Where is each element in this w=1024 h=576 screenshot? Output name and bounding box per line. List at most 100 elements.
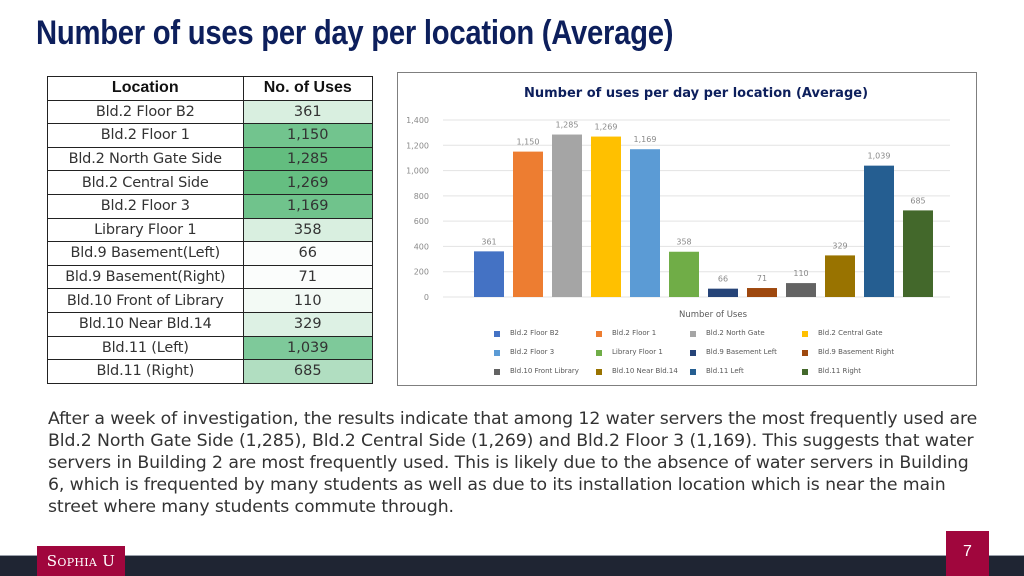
- table-header-row: Location No. of Uses: [47, 76, 374, 101]
- bar: [474, 251, 504, 297]
- location-cell: Bld.11 (Left): [47, 335, 244, 361]
- location-cell: Bld.11 (Right): [47, 359, 244, 384]
- bar-chart: Number of uses per day per location (Ave…: [397, 72, 977, 386]
- legend-swatch: [802, 369, 808, 375]
- uses-cell: 71: [242, 264, 374, 290]
- location-cell: Bld.2 Central Side: [47, 170, 244, 195]
- legend-label: Bld.11 Right: [818, 367, 861, 375]
- data-label: 1,150: [517, 138, 540, 147]
- legend-label: Bld.10 Near Bld.14: [612, 367, 678, 375]
- uses-table: Location No. of Uses Bld.2 Floor B2 361 Bl…: [47, 76, 374, 384]
- legend-swatch: [596, 350, 602, 356]
- data-label: 685: [910, 196, 925, 205]
- table-row: Bld.2 Central Side 1,269: [47, 170, 374, 195]
- legend-swatch: [802, 350, 808, 356]
- legend-label: Bld.2 North Gate: [706, 329, 765, 337]
- data-label: 1,285: [556, 121, 579, 130]
- data-label: 110: [793, 269, 808, 278]
- legend-swatch: [596, 331, 602, 337]
- legend-label: Bld.2 Floor 1: [612, 329, 656, 337]
- uses-cell: 1,039: [242, 335, 374, 361]
- bar: [513, 151, 543, 297]
- data-label: 66: [718, 275, 728, 284]
- uses-cell: 361: [242, 99, 374, 125]
- location-cell: Bld.2 Floor 1: [47, 123, 244, 148]
- table-row: Bld.11 (Left) 1,039: [47, 335, 374, 361]
- location-cell: Bld.2 Floor B2: [47, 99, 244, 125]
- chart-title: Number of uses per day per location (Ave…: [524, 86, 868, 101]
- header-location: Location: [47, 76, 244, 101]
- uses-cell: 358: [242, 217, 374, 243]
- legend-label: Library Floor 1: [612, 348, 663, 356]
- summary-paragraph: After a week of investigation, the resul…: [48, 409, 978, 517]
- location-cell: Bld.2 North Gate Side: [47, 146, 244, 172]
- uses-cell: 110: [242, 288, 374, 313]
- legend-label: Bld.10 Front Library: [510, 367, 579, 375]
- bar: [825, 255, 855, 297]
- data-label: 361: [481, 237, 496, 246]
- data-label: 1,169: [634, 135, 657, 144]
- data-label: 1,269: [595, 123, 618, 132]
- uses-cell: 1,150: [242, 123, 374, 148]
- university-logo: Sophia U: [37, 546, 125, 576]
- bar: [630, 149, 660, 297]
- bar: [747, 288, 777, 297]
- header-uses: No. of Uses: [242, 76, 374, 101]
- uses-cell: 66: [242, 241, 374, 266]
- bar: [552, 134, 582, 297]
- bar: [591, 136, 621, 297]
- legend-label: Bld.2 Floor B2: [510, 329, 559, 337]
- legend-swatch: [690, 350, 696, 356]
- location-cell: Bld.10 Near Bld.14: [47, 311, 244, 337]
- legend-swatch: [494, 331, 500, 337]
- legend-label: Bld.2 Central Gate: [818, 329, 883, 337]
- slide-title: Number of uses per day per location (Ave…: [36, 14, 674, 52]
- table-row: Bld.2 Floor 3 1,169: [47, 193, 374, 219]
- y-tick-label: 1,400: [406, 116, 429, 125]
- table-row: Bld.11 (Right) 685: [47, 359, 374, 384]
- uses-cell: 1,285: [242, 146, 374, 172]
- bar: [786, 283, 816, 297]
- uses-cell: 1,269: [242, 170, 374, 195]
- location-cell: Bld.2 Floor 3: [47, 193, 244, 219]
- y-tick-label: 800: [414, 192, 429, 201]
- uses-cell: 685: [242, 359, 374, 384]
- bar: [903, 210, 933, 297]
- data-label: 329: [832, 241, 847, 250]
- y-tick-label: 400: [414, 242, 429, 251]
- y-tick-label: 600: [414, 217, 429, 226]
- y-tick-label: 0: [424, 293, 429, 302]
- uses-cell: 1,169: [242, 193, 374, 219]
- x-axis-label: Number of Uses: [679, 310, 748, 320]
- table-row: Bld.2 Floor B2 361: [47, 99, 374, 125]
- location-cell: Bld.10 Front of Library: [47, 288, 244, 313]
- bar: [708, 288, 738, 297]
- table-row: Bld.2 North Gate Side 1,285: [47, 146, 374, 172]
- table-row: Bld.9 Basement(Right) 71: [47, 264, 374, 290]
- uses-cell: 329: [242, 311, 374, 337]
- chart-canvas: Number of uses per day per location (Ave…: [406, 86, 950, 375]
- legend-swatch: [690, 369, 696, 375]
- table-row: Bld.10 Near Bld.14 329: [47, 311, 374, 337]
- page-number: 7: [946, 531, 989, 576]
- legend-swatch: [690, 331, 696, 337]
- legend-swatch: [494, 369, 500, 375]
- y-tick-label: 1,200: [406, 141, 429, 150]
- legend-label: Bld.11 Left: [706, 367, 744, 375]
- legend-swatch: [596, 369, 602, 375]
- legend-label: Bld.2 Floor 3: [510, 348, 554, 356]
- bar: [669, 251, 699, 297]
- legend-label: Bld.9 Basement Left: [706, 348, 777, 356]
- table-row: Bld.2 Floor 1 1,150: [47, 123, 374, 148]
- data-label: 1,039: [868, 152, 891, 161]
- data-label: 71: [757, 274, 767, 283]
- table-row: Bld.10 Front of Library 110: [47, 288, 374, 313]
- table-row: Bld.9 Basement(Left) 66: [47, 241, 374, 266]
- legend-swatch: [802, 331, 808, 337]
- location-cell: Bld.9 Basement(Right): [47, 264, 244, 290]
- bar: [864, 165, 894, 297]
- footer-bar: [0, 556, 1024, 576]
- location-cell: Library Floor 1: [47, 217, 244, 243]
- table-row: Library Floor 1 358: [47, 217, 374, 243]
- legend-swatch: [494, 350, 500, 356]
